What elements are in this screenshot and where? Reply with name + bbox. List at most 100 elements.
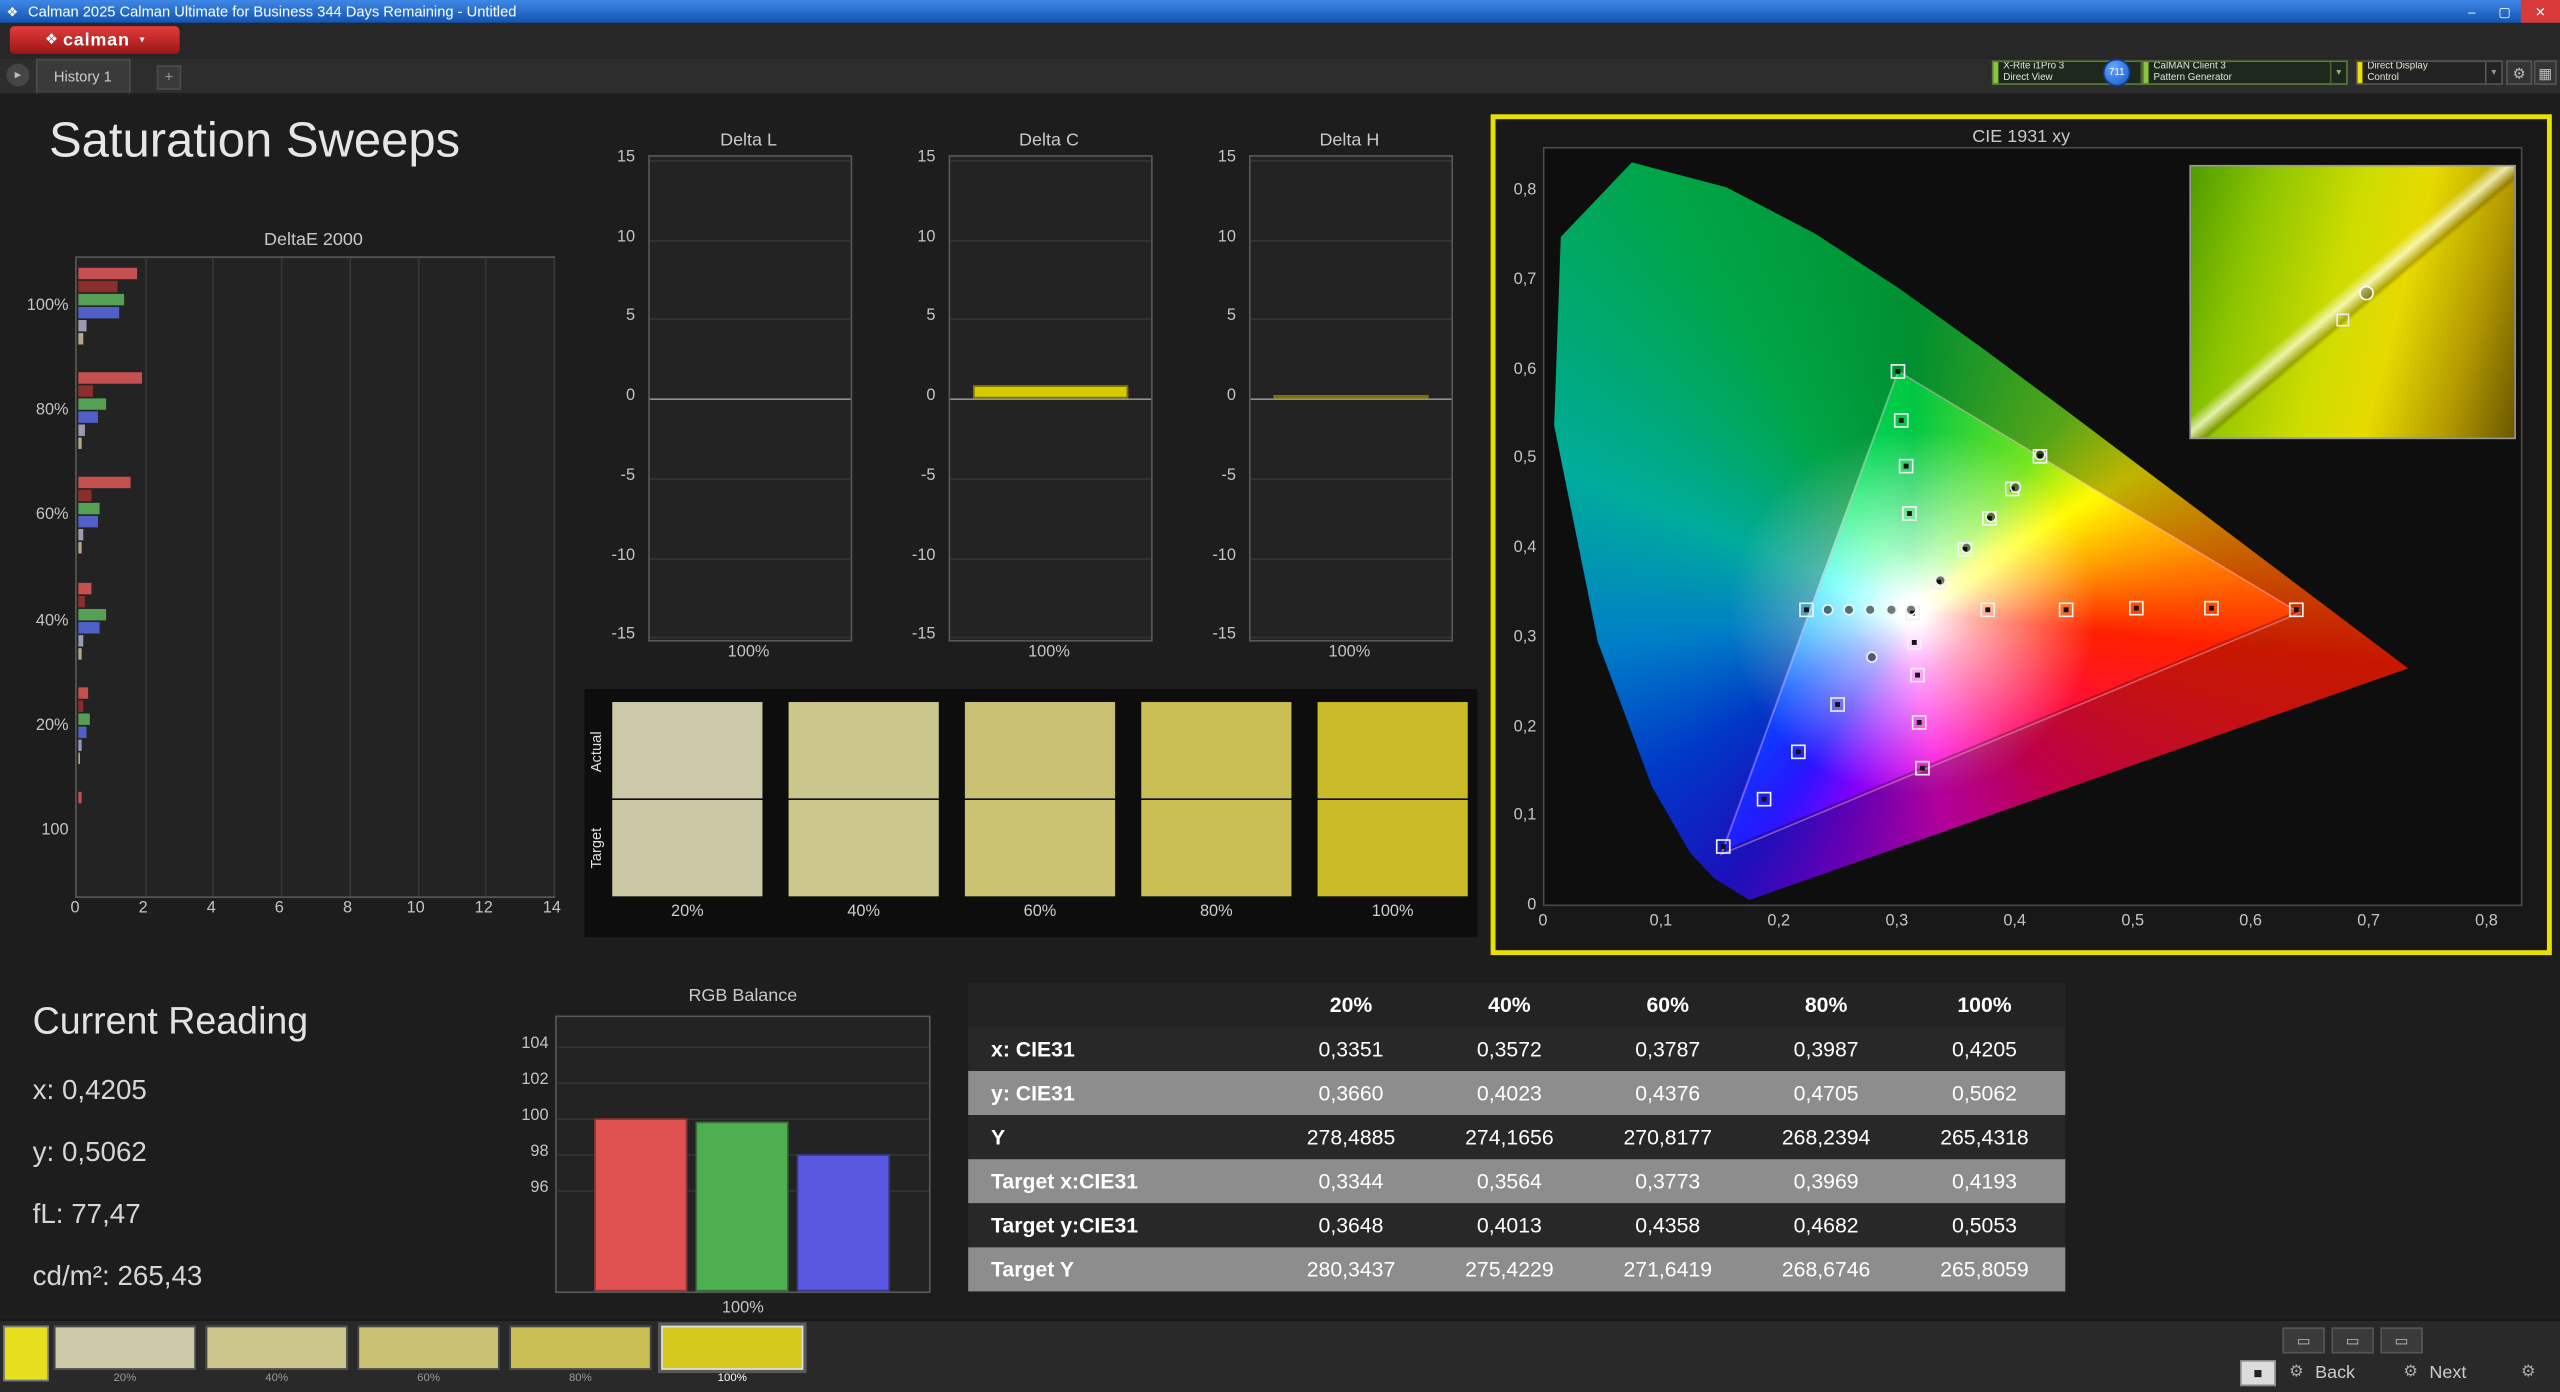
cell-value: 271,6419	[1589, 1257, 1747, 1281]
measured-marker	[2009, 481, 2020, 492]
reading-cd: cd/m²: 265,43	[33, 1260, 203, 1293]
deltae-bar	[78, 307, 119, 318]
cie-zoom-inset	[2189, 165, 2516, 439]
y-tick-label: 0,6	[1514, 360, 1537, 378]
rgb-bar-green	[696, 1121, 789, 1291]
deltae-bar	[78, 648, 81, 659]
cie-chart-title: CIE 1931 xy	[1491, 127, 2552, 147]
x-tick-label: 14	[536, 900, 569, 918]
rgb-bar-blue	[797, 1155, 890, 1292]
y-tick-label: 0,3	[1514, 628, 1537, 646]
y-tick-label: -15	[1212, 626, 1236, 644]
cell-value: 0,3351	[1272, 1037, 1430, 1061]
display-line1: Direct Display	[2367, 62, 2480, 73]
deltae-bar	[78, 320, 86, 331]
y-tick-label: 104	[521, 1034, 548, 1052]
row-label: Y	[968, 1125, 1272, 1149]
y-tick-label: 15	[1218, 148, 1236, 166]
menu-bar: ❖ calman ▾	[0, 23, 2560, 61]
close-button[interactable]: ✕	[2521, 0, 2560, 23]
workflow-play-icon[interactable]: ▸	[7, 64, 30, 87]
pattern-thumbnail-label: 60%	[358, 1373, 500, 1384]
deltae-bar	[78, 595, 85, 606]
back-settings-gear-icon[interactable]: ⚙	[2282, 1360, 2310, 1386]
y-category-label: 20%	[36, 716, 69, 734]
pattern-window-button[interactable]: ■	[2240, 1360, 2276, 1386]
pattern-filmstrip: 20%40%60%80%100% ▭ ▭ ▭ ■ ⚙ Back ⚙ Next ⚙	[0, 1319, 2560, 1392]
header-cell: 40%	[1430, 993, 1588, 1017]
y-tick-label: 10	[917, 228, 935, 246]
display-control-button[interactable]: Direct Display Control ▾	[2356, 60, 2503, 84]
display-mode-button-3[interactable]: ▭	[2380, 1327, 2422, 1353]
delta-h-chart	[1249, 155, 1453, 642]
y-tick-label: 0	[626, 387, 635, 405]
pattern-thumbnail[interactable]	[54, 1326, 196, 1370]
y-category-label: 60%	[36, 507, 69, 525]
cell-value: 274,1656	[1430, 1125, 1588, 1149]
header-cell: 80%	[1747, 993, 1905, 1017]
pattern-thumbnail[interactable]	[509, 1326, 651, 1370]
rgb-y-axis-labels: 1041021009896	[500, 1016, 549, 1294]
nav-settings-gear-icon[interactable]: ⚙	[2514, 1360, 2542, 1386]
pattern-thumbnail[interactable]	[661, 1326, 803, 1370]
y-tick-label: 5	[926, 307, 935, 325]
calman-menu-button[interactable]: ❖ calman ▾	[10, 26, 180, 54]
x-tick-label: 0	[59, 900, 92, 918]
settings-gear-button[interactable]: ⚙	[2506, 60, 2532, 84]
x-tick-label: 0,7	[2347, 913, 2389, 931]
y-tick-label: 15	[917, 148, 935, 166]
y-category-label: 100%	[27, 297, 69, 315]
rgb-balance-chart	[555, 1016, 931, 1294]
cell-value: 0,4376	[1589, 1081, 1747, 1105]
rgb-bar-red	[594, 1118, 687, 1291]
header-cell: 60%	[1589, 993, 1747, 1017]
next-button[interactable]: Next	[2429, 1363, 2466, 1383]
back-button[interactable]: Back	[2315, 1363, 2355, 1383]
cell-value: 0,3344	[1272, 1169, 1430, 1193]
cell-value: 0,4193	[1905, 1169, 2063, 1193]
gridline	[553, 258, 555, 896]
source-connection-button[interactable]: CalMAN Client 3 Pattern Generator ▾	[2142, 60, 2348, 84]
deltae-bar	[78, 752, 80, 763]
cell-value: 0,3787	[1589, 1037, 1747, 1061]
next-settings-gear-icon[interactable]: ⚙	[2397, 1360, 2425, 1386]
gridline	[650, 239, 851, 241]
row-label: Target Y	[968, 1257, 1272, 1281]
source-line1: CalMAN Client 3	[2153, 62, 2324, 73]
row-label: x: CIE31	[968, 1037, 1272, 1061]
meter-mode-badge[interactable]: 711	[2103, 59, 2131, 87]
pattern-thumbnail[interactable]	[206, 1326, 348, 1370]
deltae-bar	[78, 582, 92, 593]
maximize-button[interactable]: ▢	[2488, 0, 2521, 23]
display-mode-button-1[interactable]: ▭	[2282, 1327, 2324, 1353]
gridline	[1251, 637, 1452, 639]
delta-c-x-label: 100%	[949, 643, 1150, 661]
minimize-button[interactable]: –	[2456, 0, 2489, 23]
delta-h-y-labels: 151050-5-10-15	[1187, 155, 1236, 638]
zero-axis-line	[950, 398, 1151, 400]
y-tick-label: -10	[612, 546, 636, 564]
cell-value: 0,5062	[1905, 1081, 2063, 1105]
deltae-bar	[78, 425, 85, 436]
display-mode-button-2[interactable]: ▭	[2331, 1327, 2373, 1353]
target-row-label: Target	[588, 800, 608, 895]
target-marker	[2128, 601, 2143, 616]
add-tab-button[interactable]: +	[157, 65, 181, 89]
y-category-label: 40%	[36, 612, 69, 630]
y-tick-label: -10	[912, 546, 936, 564]
measured-marker	[1843, 604, 1854, 615]
y-tick-label: 0,4	[1514, 539, 1537, 557]
layout-grid-button[interactable]: ▦	[2534, 60, 2557, 84]
cell-value: 0,3572	[1430, 1037, 1588, 1061]
target-marker	[1902, 505, 1917, 520]
target-marker	[2059, 602, 2074, 617]
x-tick-label: 10	[399, 900, 432, 918]
deltae-bar	[78, 294, 124, 305]
pattern-thumbnail[interactable]	[358, 1326, 500, 1370]
gridline	[950, 637, 1151, 639]
tab-history-1[interactable]: History 1	[36, 59, 130, 93]
gridline	[485, 258, 487, 896]
gridline	[1251, 239, 1452, 241]
meter-connection-button[interactable]: X-Rite i1Pro 3 Direct View ▾	[1992, 60, 2159, 84]
delta-l-chart	[648, 155, 852, 642]
